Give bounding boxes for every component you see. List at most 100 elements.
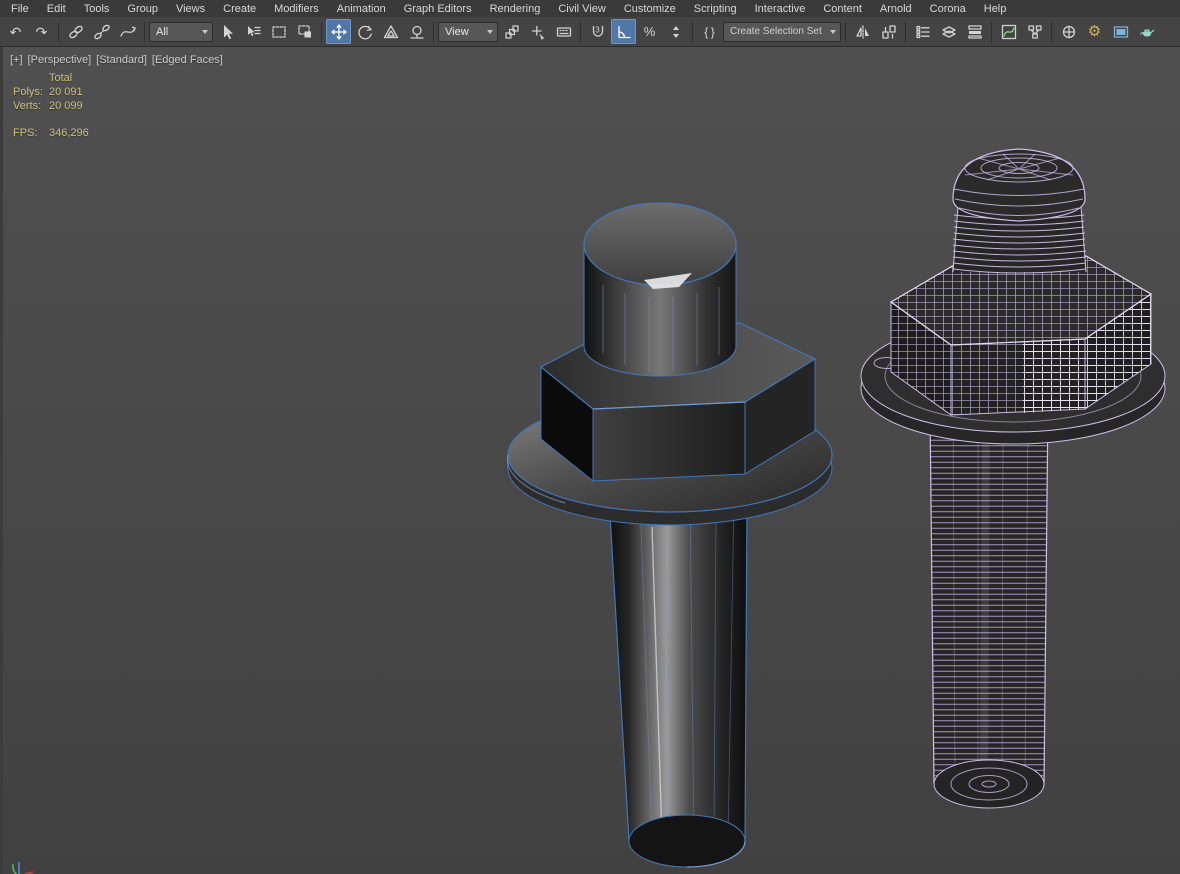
edit-named-selection-sets-button[interactable]: { } bbox=[697, 19, 722, 44]
angle-snap-icon bbox=[617, 25, 631, 38]
viewport-pov-menu[interactable]: [Perspective] bbox=[28, 54, 92, 66]
render-setup-button[interactable]: ⚙ bbox=[1082, 19, 1107, 44]
menu-group[interactable]: Group bbox=[118, 2, 167, 16]
viewport-statistics: Total Polys: 20 091 Verts: 20 099 FPS: 3… bbox=[13, 71, 89, 140]
unlink-icon bbox=[93, 24, 110, 39]
world-axis-tripod-icon bbox=[12, 862, 34, 874]
rectangular-selection-region-button[interactable] bbox=[266, 19, 291, 44]
select-and-manipulate-button[interactable] bbox=[525, 19, 550, 44]
material-editor-button[interactable] bbox=[1056, 19, 1081, 44]
schematic-view-button[interactable] bbox=[1022, 19, 1047, 44]
toolbar-separator bbox=[321, 21, 322, 42]
material-editor-icon bbox=[1062, 25, 1075, 38]
align-icon bbox=[881, 24, 896, 39]
menu-corona[interactable]: Corona bbox=[921, 2, 975, 16]
stats-polys-label: Polys: bbox=[13, 86, 43, 98]
move-icon bbox=[330, 23, 347, 40]
curve-editor-button[interactable] bbox=[996, 19, 1021, 44]
select-and-place-button[interactable] bbox=[404, 19, 429, 44]
render-setup-gear-icon: ⚙ bbox=[1087, 23, 1102, 40]
toolbar-separator bbox=[144, 21, 145, 42]
select-by-name-icon bbox=[247, 25, 261, 36]
toggle-layer-explorer-button[interactable] bbox=[936, 19, 961, 44]
menu-graph-editors[interactable]: Graph Editors bbox=[395, 2, 481, 16]
selection-region-icon bbox=[271, 25, 286, 38]
unlink-selection-button[interactable] bbox=[89, 19, 114, 44]
viewport-scene bbox=[506, 148, 1166, 868]
layer-explorer-icon bbox=[941, 25, 956, 38]
align-button[interactable] bbox=[876, 19, 901, 44]
selection-filter-dropdown[interactable]: All bbox=[149, 21, 213, 42]
render-production-button[interactable] bbox=[1134, 19, 1159, 44]
menu-file[interactable]: File bbox=[2, 2, 38, 16]
toolbar-separator bbox=[905, 21, 906, 42]
3dsmax-window: File Edit Tools Group Views Create Modif… bbox=[0, 0, 1180, 874]
select-and-rotate-button[interactable] bbox=[352, 19, 377, 44]
toolbar-separator bbox=[1051, 21, 1052, 42]
select-and-link-button[interactable] bbox=[63, 19, 88, 44]
keyboard-icon bbox=[556, 26, 571, 37]
redo-button[interactable]: ↷ bbox=[29, 19, 54, 44]
viewport-shading-menu[interactable]: [Edged Faces] bbox=[152, 54, 223, 66]
viewport[interactable]: [+] [Perspective] [Standard] [Edged Face… bbox=[0, 47, 1180, 874]
menu-content[interactable]: Content bbox=[814, 2, 871, 16]
toolbar-separator bbox=[580, 21, 581, 42]
toggle-ribbon-button[interactable] bbox=[962, 19, 987, 44]
menu-create[interactable]: Create bbox=[214, 2, 265, 16]
undo-button[interactable]: ↶ bbox=[3, 19, 28, 44]
use-pivot-point-center-button[interactable] bbox=[499, 19, 524, 44]
bolt-shaded[interactable] bbox=[506, 202, 833, 868]
stats-verts-label: Verts: bbox=[13, 100, 42, 112]
menu-rendering[interactable]: Rendering bbox=[481, 2, 550, 16]
rotate-icon bbox=[357, 25, 372, 39]
menu-customize[interactable]: Customize bbox=[615, 2, 685, 16]
angle-snap-toggle-button[interactable] bbox=[611, 19, 636, 44]
menu-animation[interactable]: Animation bbox=[328, 2, 395, 16]
menu-civil-view[interactable]: Civil View bbox=[549, 2, 614, 16]
select-by-name-button[interactable] bbox=[240, 19, 265, 44]
spinner-snap-toggle-button[interactable] bbox=[663, 19, 688, 44]
menu-scripting[interactable]: Scripting bbox=[685, 2, 746, 16]
snap-3d-icon: 3 bbox=[592, 25, 603, 37]
stats-total-header: Total bbox=[49, 72, 73, 84]
scale-icon bbox=[383, 24, 398, 38]
percent-snap-icon: % bbox=[643, 24, 656, 39]
mirror-button[interactable] bbox=[850, 19, 875, 44]
viewport-general-menu[interactable]: [+] bbox=[10, 54, 23, 66]
toggle-scene-explorer-button[interactable] bbox=[910, 19, 935, 44]
menu-tools[interactable]: Tools bbox=[75, 2, 119, 16]
undo-icon: ↶ bbox=[9, 23, 22, 40]
select-and-scale-button[interactable] bbox=[378, 19, 403, 44]
menu-arnold[interactable]: Arnold bbox=[871, 2, 921, 16]
menu-views[interactable]: Views bbox=[167, 2, 214, 16]
viewport-label: [+] [Perspective] [Standard] [Edged Face… bbox=[10, 54, 223, 66]
bolt-wireframe[interactable] bbox=[860, 148, 1166, 809]
toolbar-separator bbox=[845, 21, 846, 42]
viewport-style-menu[interactable]: [Standard] bbox=[96, 54, 147, 66]
rendered-frame-window-button[interactable] bbox=[1108, 19, 1133, 44]
menu-bar: File Edit Tools Group Views Create Modif… bbox=[0, 0, 1180, 17]
render-teapot-icon bbox=[1139, 28, 1154, 36]
window-crossing-button[interactable] bbox=[292, 19, 317, 44]
place-icon bbox=[409, 25, 424, 39]
main-toolbar: ↶ ↷ All View 3 % { } Create Selection Se… bbox=[0, 17, 1180, 47]
select-object-button[interactable] bbox=[214, 19, 239, 44]
chevron-down-icon bbox=[487, 29, 493, 34]
named-selection-sets-value: Create Selection Set bbox=[730, 26, 822, 37]
bind-to-space-warp-button[interactable] bbox=[115, 19, 140, 44]
named-selection-sets-dropdown[interactable]: Create Selection Set bbox=[723, 21, 841, 42]
percent-snap-toggle-button[interactable]: % bbox=[637, 19, 662, 44]
menu-edit[interactable]: Edit bbox=[38, 2, 75, 16]
select-cursor-icon bbox=[223, 24, 233, 39]
spinner-snap-icon bbox=[672, 25, 679, 38]
menu-modifiers[interactable]: Modifiers bbox=[265, 2, 328, 16]
stats-fps-label: FPS: bbox=[13, 127, 38, 139]
snaps-toggle-3d-button[interactable]: 3 bbox=[585, 19, 610, 44]
menu-interactive[interactable]: Interactive bbox=[746, 2, 815, 16]
menu-help[interactable]: Help bbox=[975, 2, 1016, 16]
pivot-point-icon bbox=[504, 24, 519, 39]
select-and-move-button[interactable] bbox=[326, 19, 351, 44]
reference-coordinate-system-dropdown[interactable]: View bbox=[438, 21, 498, 42]
svg-text:3: 3 bbox=[595, 25, 600, 34]
keyboard-shortcut-override-button[interactable] bbox=[551, 19, 576, 44]
